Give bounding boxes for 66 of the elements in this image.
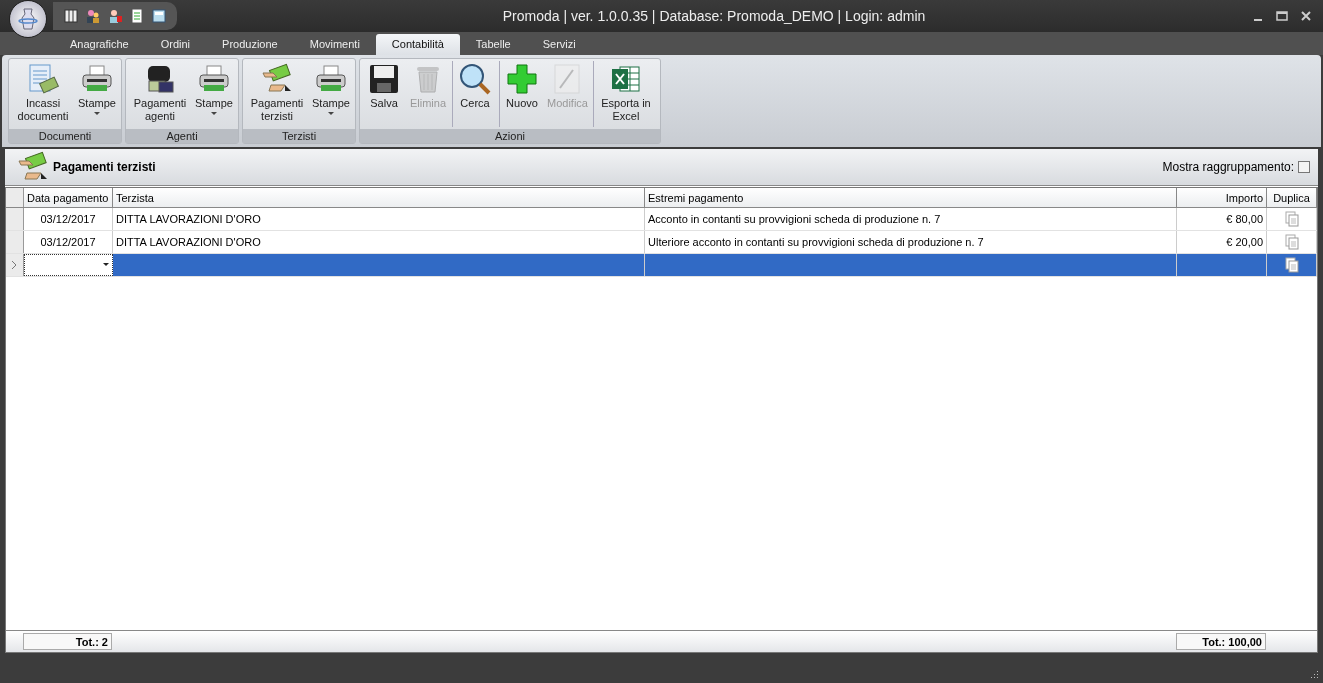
caret-icon [94,112,100,116]
excel-icon [609,63,642,95]
caret-icon [211,112,217,116]
table-cell: Ulteriore acconto in contanti su provvigioni scheda di produzione n. 7 [645,231,1177,253]
column-header[interactable]: Terzista [113,188,645,207]
ribbon-button[interactable]: Stampe [75,61,119,127]
mannequin-icon [17,7,39,31]
window-title: Promoda | ver. 1.0.0.35 | Database: Promoda_DEMO | Login: admin [501,8,927,24]
close-icon [1301,11,1311,21]
close-button[interactable] [1299,9,1313,23]
table-cell: Acconto in contanti su provvigioni scheda di produzione n. 7 [645,208,1177,230]
ribbon-tab[interactable]: Ordini [144,34,207,55]
minimize-icon [1254,18,1262,21]
table-cell: € 80,00 [1177,208,1267,230]
group-label: Agenti [126,129,238,143]
column-header[interactable]: Estremi pagamento [645,188,1177,207]
ribbon-button[interactable]: Stampe [192,61,236,127]
checkbox[interactable] [1298,161,1310,173]
maximize-icon [1276,11,1288,21]
header-corner [6,188,24,207]
invoice-icon [27,63,59,95]
ribbon-tab[interactable]: Anagrafiche [54,34,145,55]
copy-icon[interactable] [1284,257,1299,273]
caret-icon [328,112,334,116]
ribbon-button[interactable]: Incassi documenti [11,61,75,127]
group-toggle-label: Mostra raggruppamento: [1162,160,1294,174]
save-icon [368,63,400,95]
money-hands-icon [261,63,293,95]
document-icon[interactable] [129,8,145,24]
caret-icon [103,263,109,267]
total-count: Tot.: 2 [23,633,112,650]
ribbon-tab[interactable]: Servizi [526,34,592,55]
search-icon [459,63,491,95]
ribbon-button[interactable]: Salva [362,61,406,127]
ribbon-tab[interactable]: Contabilità [375,34,460,55]
table-cell: € 20,00 [1177,231,1267,253]
ribbon-button[interactable]: Nuovo [499,61,544,127]
group-label: Terzisti [243,129,355,143]
table-cell: DITTA LAVORAZIONI D'ORO [113,208,645,230]
table-cell: DITTA LAVORAZIONI D'ORO [113,231,645,253]
table-cell: 03/12/2017 [24,231,113,253]
money-hands-icon [17,151,49,183]
ribbon-tab[interactable]: Produzione [206,34,294,55]
people-icon[interactable] [85,8,101,24]
total-amount: Tot.: 100,00 [1176,633,1266,650]
column-header[interactable]: Importo [1177,188,1267,207]
maximize-button[interactable] [1275,9,1289,23]
ribbon-button[interactable]: Pagamenti terzisti [245,61,309,127]
ribbon-button[interactable]: Cerca [452,61,497,127]
ribbon-button[interactable]: Stampe [309,61,353,127]
doctor-icon[interactable] [107,8,123,24]
table-cell: 03/12/2017 [24,208,113,230]
column-header[interactable]: Data pagamento [24,188,113,207]
ribbon-button[interactable]: Esporta in Excel [592,61,658,127]
group-label: Documenti [9,129,121,143]
column-header[interactable]: Duplica [1267,188,1317,207]
ribbon-tab[interactable]: Tabelle [459,34,527,55]
panel-title: Pagamenti terzisti [53,160,156,174]
ribbon-tab[interactable]: Movimenti [293,34,376,55]
group-label: Azioni [360,129,660,143]
app-menu-button[interactable] [9,0,47,38]
chevron-icon [12,261,17,269]
plus-icon [506,63,538,95]
resize-grip-icon[interactable] [1309,669,1319,679]
ribbon-button[interactable]: Pagamenti agenti [128,61,192,127]
window-icon[interactable] [151,8,167,24]
